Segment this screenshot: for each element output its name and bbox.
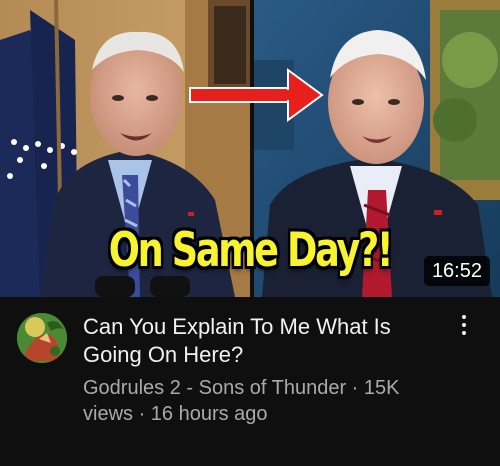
channel-name[interactable]: Godrules 2 - Sons of Thunder	[83, 377, 346, 399]
video-details: Can You Explain To Me What Is Going On H…	[0, 297, 500, 466]
menu-dot	[462, 315, 466, 319]
menu-dot	[462, 331, 466, 335]
more-vert-icon[interactable]	[452, 315, 476, 345]
thumbnail-caption: On Same Day?!	[108, 222, 394, 278]
menu-dot	[462, 323, 466, 327]
channel-avatar[interactable]	[17, 313, 67, 363]
video-title[interactable]: Can You Explain To Me What Is Going On H…	[83, 313, 433, 369]
separator-dot: ·	[133, 403, 151, 425]
duration-badge: 16:52	[423, 256, 490, 286]
video-thumbnail[interactable]: On Same Day?! 16:52	[0, 0, 500, 297]
separator-dot: ·	[346, 377, 364, 399]
avatar-image	[17, 313, 67, 363]
video-metadata: Godrules 2 - Sons of Thunder · 15K views…	[83, 375, 453, 427]
upload-age: 16 hours ago	[150, 403, 268, 425]
